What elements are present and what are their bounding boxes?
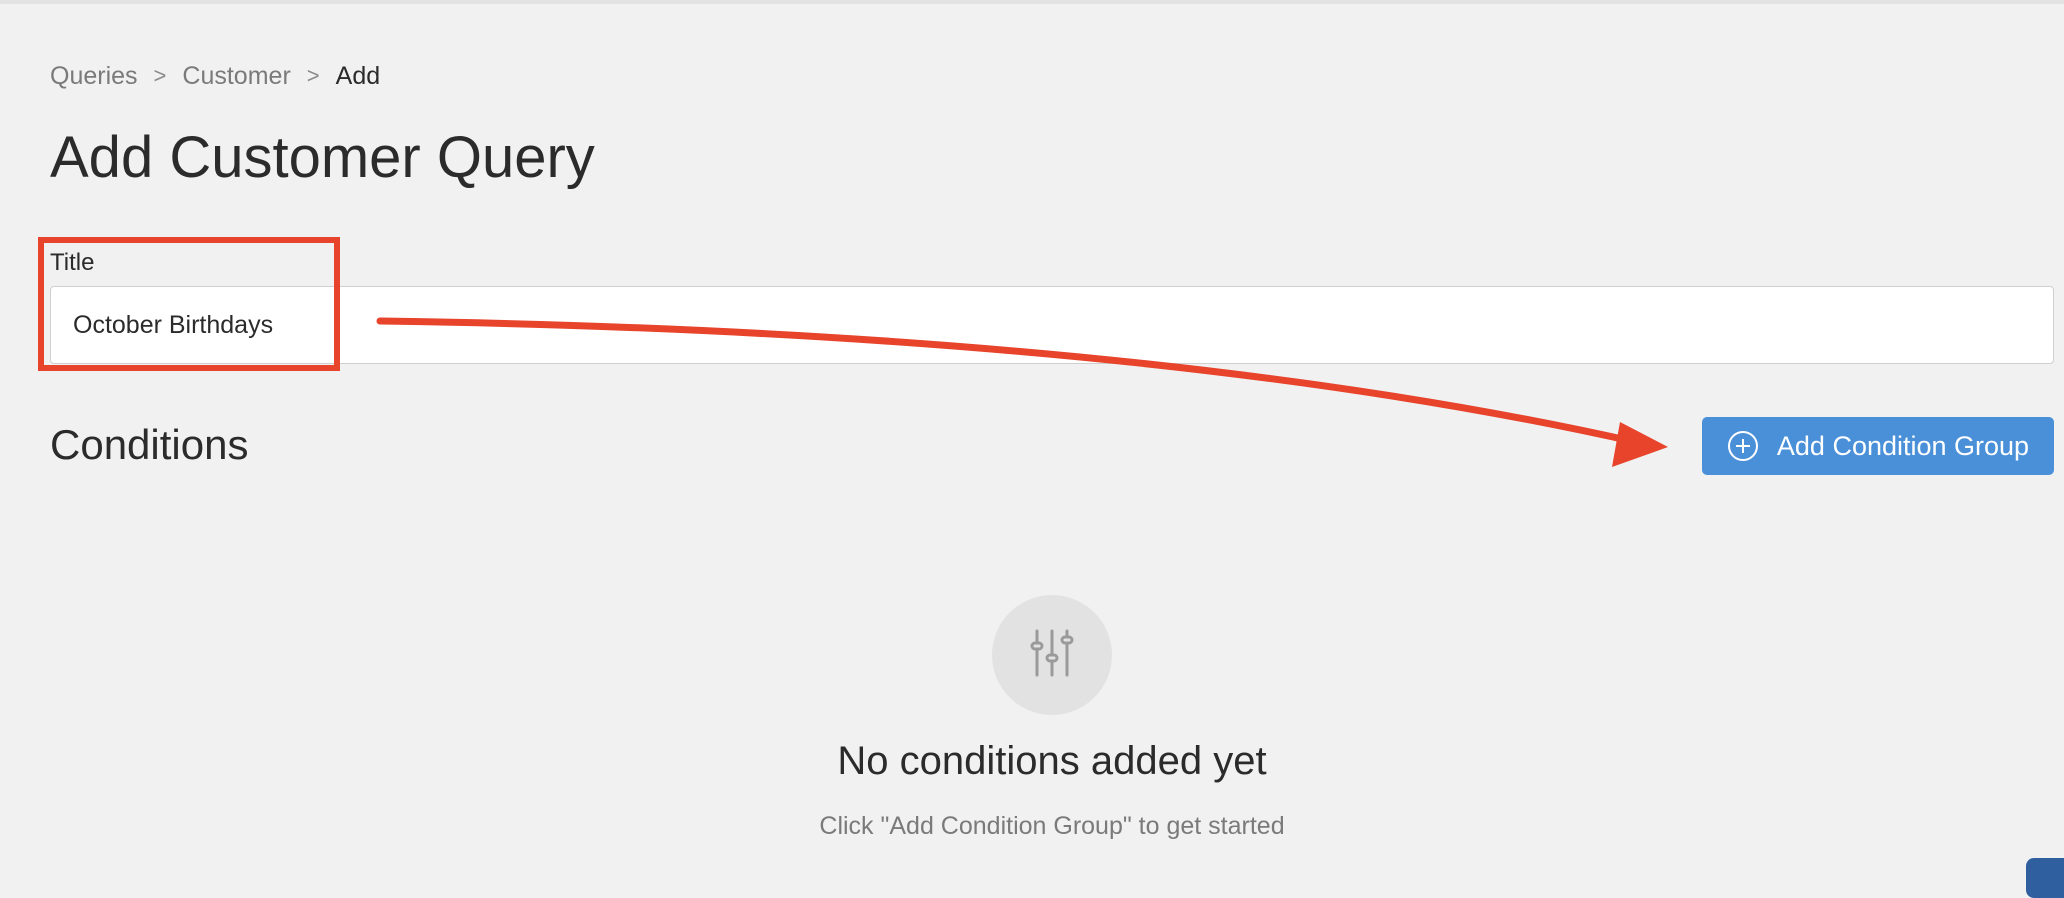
- breadcrumb-item-add: Add: [335, 61, 381, 90]
- title-input[interactable]: [50, 286, 2054, 364]
- conditions-heading: Conditions: [50, 421, 249, 468]
- breadcrumb-item-queries[interactable]: Queries: [50, 62, 138, 91]
- title-label: Title: [50, 249, 95, 276]
- add-condition-group-label: Add Condition Group: [1776, 430, 2030, 461]
- empty-state-title: No conditions added yet: [837, 739, 1267, 783]
- add-condition-group-button[interactable]: Add Condition Group: [1702, 417, 2054, 475]
- empty-state-icon-circle: [992, 595, 1112, 715]
- corner-widget[interactable]: [2026, 858, 2064, 898]
- empty-state-hint: Click "Add Condition Group" to get start…: [819, 812, 1285, 840]
- breadcrumb: Queries > Customer > Add: [50, 58, 380, 94]
- breadcrumb-separator: >: [153, 63, 167, 88]
- breadcrumb-item-customer[interactable]: Customer: [182, 62, 290, 91]
- breadcrumb-separator: >: [306, 63, 320, 88]
- top-border: [0, 0, 2064, 4]
- sliders-icon: [1027, 627, 1077, 684]
- plus-circle-icon: [1727, 430, 1759, 462]
- page-title: Add Customer Query: [50, 125, 595, 190]
